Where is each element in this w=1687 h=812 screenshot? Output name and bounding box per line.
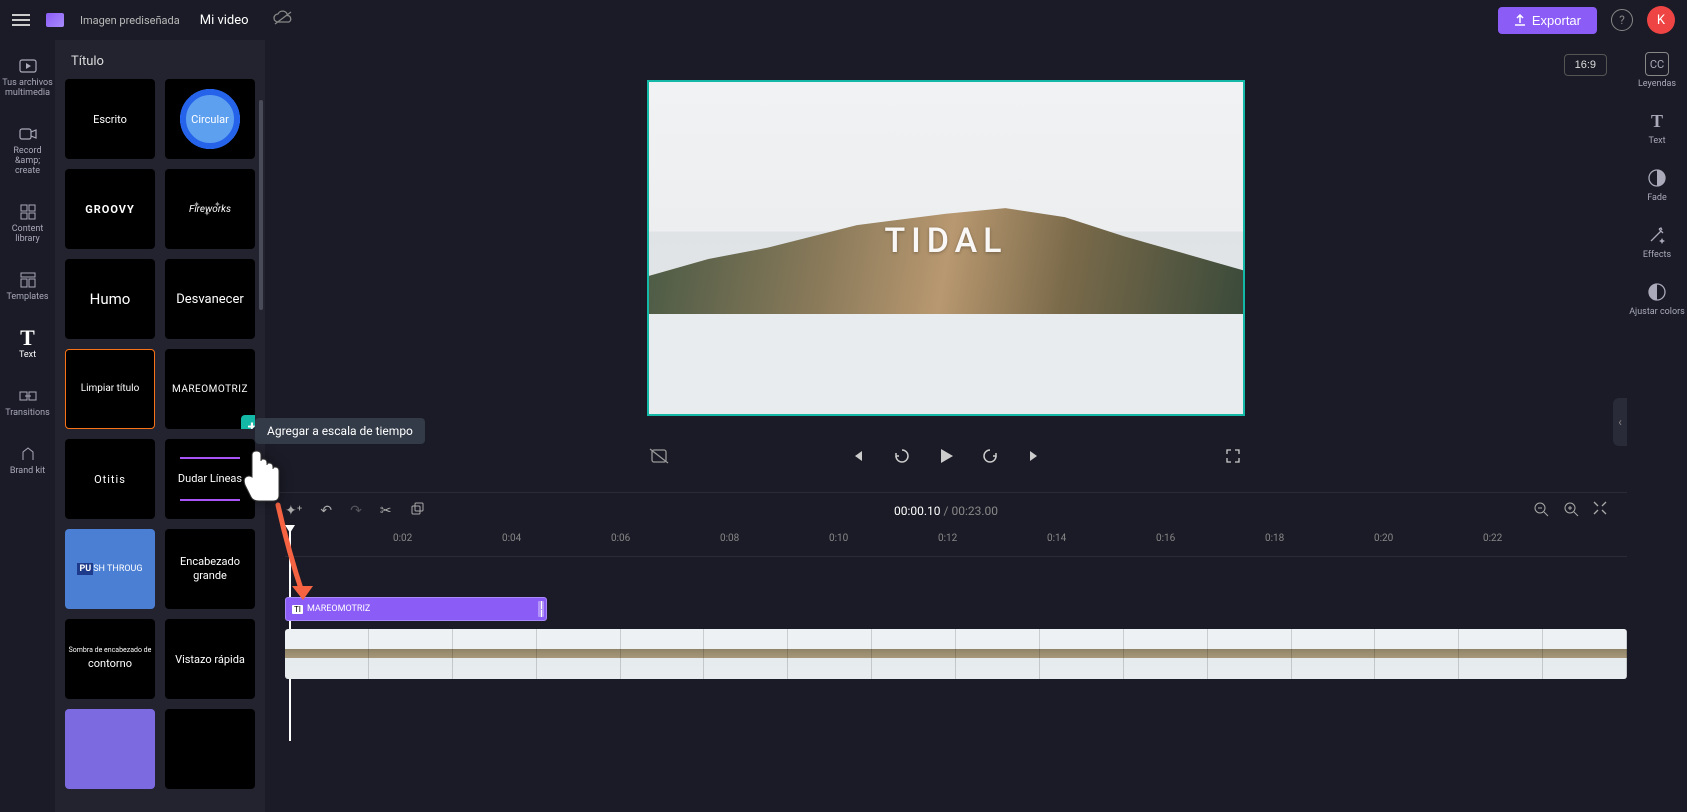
- video-frame-thumb: [369, 629, 453, 679]
- video-frame-thumb: [788, 629, 872, 679]
- right-item-captions[interactable]: CCLeyendas: [1638, 52, 1676, 89]
- video-frame-thumb: [285, 629, 369, 679]
- right-item-fade[interactable]: Fade: [1645, 166, 1669, 203]
- title-thumb-escrito[interactable]: Escrito: [65, 79, 155, 159]
- rewind-icon[interactable]: [890, 444, 914, 468]
- video-frame-thumb: [704, 629, 788, 679]
- cursor-hand-annotation: [237, 447, 287, 511]
- sidebar-item-media[interactable]: Tus archivos multimedia: [0, 52, 55, 102]
- video-frame-thumb: [1543, 629, 1627, 679]
- timeline-video-track[interactable]: [285, 629, 1627, 679]
- add-tooltip: Agregar a escala de tiempo: [255, 418, 425, 444]
- video-frame-thumb: [1292, 629, 1376, 679]
- export-button[interactable]: Exportar: [1498, 7, 1597, 34]
- fullscreen-icon[interactable]: [1221, 444, 1245, 468]
- video-frame-thumb: [1040, 629, 1124, 679]
- left-rail: Tus archivos multimedia Record &amp; cre…: [0, 40, 55, 812]
- adjust-colors-icon: [1645, 280, 1669, 304]
- video-frame-thumb: [872, 629, 956, 679]
- right-item-effects[interactable]: Effects: [1643, 223, 1671, 260]
- skip-start-icon[interactable]: [846, 444, 870, 468]
- media-icon: [19, 56, 37, 76]
- player-controls: [647, 444, 1245, 468]
- sidebar-item-brandkit[interactable]: Brand kit: [0, 440, 55, 480]
- templates-icon: [20, 270, 36, 290]
- title-thumb-sombra[interactable]: Sombra de encabezado decontorno: [65, 619, 155, 699]
- redo-icon[interactable]: ↷: [350, 503, 362, 519]
- video-frame-thumb: [621, 629, 705, 679]
- right-item-text[interactable]: TText: [1645, 109, 1669, 146]
- scrollbar[interactable]: [259, 100, 263, 310]
- video-frame-thumb: [537, 629, 621, 679]
- sidebar-item-transitions[interactable]: Transitions: [0, 382, 55, 422]
- breadcrumb-clipart[interactable]: Imagen prediseñada: [80, 14, 180, 27]
- transitions-icon: [19, 386, 37, 406]
- duplicate-icon[interactable]: [410, 502, 424, 520]
- zoom-out-icon[interactable]: [1533, 501, 1549, 521]
- title-thumb-fireworks[interactable]: Fireworks: [165, 169, 255, 249]
- text-icon: T: [20, 328, 35, 348]
- fade-icon: [1645, 166, 1669, 190]
- hamburger-menu[interactable]: [12, 14, 30, 26]
- arrow-annotation: [268, 500, 328, 624]
- sidebar-item-content[interactable]: Content library: [0, 198, 55, 248]
- help-icon[interactable]: ?: [1611, 9, 1633, 31]
- video-frame-thumb: [956, 629, 1040, 679]
- video-frame-thumb: [1459, 629, 1543, 679]
- preview-title-overlay[interactable]: TIDAL: [884, 221, 1007, 261]
- panel-title: Título: [55, 40, 265, 79]
- cloud-offline-icon: [273, 10, 293, 30]
- sidebar-item-record[interactable]: Record &amp; create: [0, 120, 55, 180]
- right-rail: ‹ CCLeyendas TText Fade Effects Ajustar …: [1627, 40, 1687, 812]
- breadcrumb-project-title[interactable]: Mi video: [200, 13, 249, 28]
- text-titles-panel: Título Escrito Circular GROOVY Fireworks…: [55, 40, 265, 812]
- title-thumb-extra2[interactable]: [165, 709, 255, 789]
- fit-icon[interactable]: [1593, 501, 1607, 521]
- timeline: ✦⁺ ↶ ↷ ✂ 00:00.10 / 00:23.00 0:02 0:04 0…: [265, 492, 1627, 812]
- zoom-in-icon[interactable]: [1563, 501, 1579, 521]
- sidebar-item-templates[interactable]: Templates: [0, 266, 55, 306]
- video-preview[interactable]: TIDAL: [647, 80, 1245, 416]
- title-thumb-push[interactable]: PUSH THROUG: [65, 529, 155, 609]
- title-thumb-mareomotriz[interactable]: MAREOMOTRIZ +: [165, 349, 255, 429]
- timeline-ruler[interactable]: 0:02 0:04 0:06 0:08 0:10 0:12 0:14 0:16 …: [285, 529, 1627, 557]
- title-thumb-groovy[interactable]: GROOVY: [65, 169, 155, 249]
- video-frame-thumb: [1375, 629, 1459, 679]
- text-icon: T: [1645, 109, 1669, 133]
- title-thumb-otitis[interactable]: Otitis: [65, 439, 155, 519]
- title-thumb-desvanecer[interactable]: Desvanecer: [165, 259, 255, 339]
- add-to-timeline-button[interactable]: +: [241, 415, 255, 429]
- video-frame-thumb: [1124, 629, 1208, 679]
- export-button-label: Exportar: [1532, 13, 1581, 28]
- title-thumb-humo[interactable]: Humo: [65, 259, 155, 339]
- collapse-right-rail-icon[interactable]: ‹: [1613, 398, 1627, 446]
- camera-icon: [19, 124, 37, 144]
- title-thumb-vistazo[interactable]: Vistazo rápida: [165, 619, 255, 699]
- timeline-time-display: 00:00.10 / 00:23.00: [894, 504, 998, 518]
- effects-icon: [1645, 223, 1669, 247]
- forward-icon[interactable]: [978, 444, 1002, 468]
- title-thumb-encabezado[interactable]: Encabezado grande: [165, 529, 255, 609]
- sidebar-item-text[interactable]: TText: [0, 324, 55, 364]
- title-thumb-circular[interactable]: Circular: [165, 79, 255, 159]
- play-button[interactable]: [934, 444, 958, 468]
- captions-icon: CC: [1645, 52, 1669, 76]
- video-frame-thumb: [453, 629, 537, 679]
- brandkit-icon: [20, 444, 36, 464]
- avatar[interactable]: K: [1647, 6, 1675, 34]
- cut-icon[interactable]: ✂: [380, 503, 392, 519]
- library-icon: [20, 202, 36, 222]
- crop-icon[interactable]: [647, 444, 671, 468]
- clip-resize-handle[interactable]: [538, 601, 544, 617]
- video-frame-thumb: [1208, 629, 1292, 679]
- aspect-ratio-button[interactable]: 16:9: [1564, 54, 1607, 76]
- title-thumb-extra1[interactable]: [65, 709, 155, 789]
- title-thumb-limpiar[interactable]: Limpiar título: [65, 349, 155, 429]
- skip-end-icon[interactable]: [1022, 444, 1046, 468]
- right-item-adjust-colors[interactable]: Ajustar colors: [1629, 280, 1685, 317]
- app-logo-icon: [46, 13, 64, 27]
